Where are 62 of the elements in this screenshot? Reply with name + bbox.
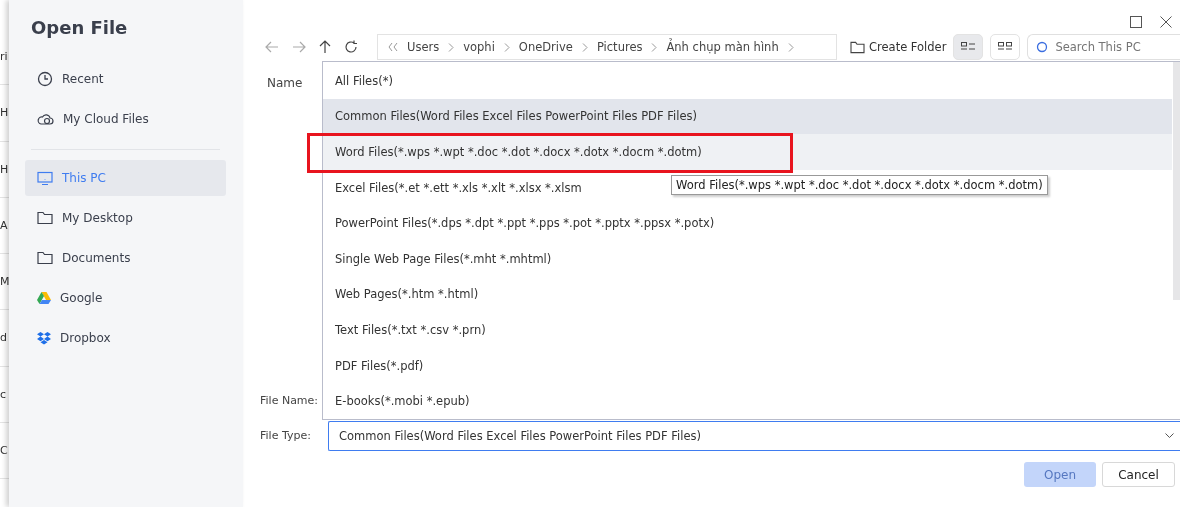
chevron-right-icon <box>503 42 510 52</box>
dropdown-option[interactable]: Single Web Page Files(*.mht *.mhtml) <box>323 240 562 277</box>
create-folder-button[interactable]: Create Folder <box>850 40 947 54</box>
list-view-button[interactable] <box>953 34 984 60</box>
drive-icon <box>37 292 51 304</box>
chevron-right-icon <box>581 42 588 52</box>
cancel-button[interactable]: Cancel <box>1102 462 1175 487</box>
dropdown-option[interactable]: E-books(*.mobi *.epub) <box>323 383 480 419</box>
file-type-dropdown[interactable]: Common Files(Word Files Excel Files PowerPoint Files PDF Files) <box>328 420 1180 451</box>
grid-view-button[interactable] <box>990 34 1021 60</box>
background-text: A <box>0 218 8 232</box>
background-text: M <box>0 275 9 289</box>
breadcrumb-item[interactable]: OneDrive <box>518 40 573 54</box>
background-text: c <box>0 387 7 401</box>
background-text: d <box>0 331 7 345</box>
dialog-title: Open File <box>31 17 129 38</box>
sidebar-item[interactable]: Recent <box>25 61 226 97</box>
cloud-icon <box>37 112 54 126</box>
dropdown-option[interactable]: All Files(*) <box>323 63 403 99</box>
grid-icon <box>998 42 1013 52</box>
tooltip: Word Files(*.wps *.wpt *.doc *.dot *.docx *.dotx *.docm *.dotm) <box>671 175 1048 195</box>
monitor-icon <box>37 170 53 186</box>
chevron-right-icon <box>651 42 658 52</box>
dropdown-option[interactable]: Word Files(*.wps *.wpt *.doc *.dot *.docx *.dotx *.docm *.dotm) <box>323 134 1172 170</box>
folder-icon <box>37 211 53 225</box>
sidebar-item[interactable]: My Desktop <box>25 200 226 236</box>
dropdown-option[interactable]: PDF Files(*.pdf) <box>323 347 434 384</box>
maximize-icon[interactable] <box>1130 16 1142 28</box>
background-text: H <box>0 106 9 120</box>
sidebar-item[interactable]: Documents <box>25 240 226 276</box>
list-icon <box>961 42 976 52</box>
breadcrumb-item[interactable]: Users <box>407 40 440 54</box>
breadcrumb-item[interactable]: Ảnh chụp màn hình <box>666 40 779 54</box>
background-text: ri <box>0 50 8 64</box>
up-arrow-icon[interactable] <box>319 40 331 54</box>
background-text: C <box>0 443 8 457</box>
folder-icon <box>37 251 53 265</box>
chevron-right-icon <box>787 42 794 52</box>
dropbox-icon <box>37 331 51 345</box>
sidebar-item[interactable]: Google <box>25 280 226 316</box>
chevron-down-icon <box>1165 432 1174 439</box>
breadcrumb-item[interactable]: Pictures <box>596 40 643 54</box>
field-label: File Name: <box>260 394 318 407</box>
sidebar-item[interactable]: Dropbox <box>25 320 226 356</box>
background-text: H <box>0 162 9 176</box>
dropdown-option[interactable]: Text Files(*.txt *.csv *.prn) <box>323 312 496 348</box>
dropdown-option[interactable]: Excel Files(*.et *.ett *.xls *.xlt *.xlsx *.xlsm <box>323 169 592 206</box>
dropdown-option[interactable]: Common Files(Word Files Excel Files PowerPoint Files PDF Files) <box>323 98 1172 135</box>
dropdown-option[interactable]: Web Pages(*.htm *.html) <box>323 276 489 313</box>
refresh-icon[interactable] <box>344 40 358 54</box>
scrollbar[interactable] <box>1173 62 1180 300</box>
sidebar-item[interactable]: My Cloud Files <box>25 101 226 137</box>
column-header[interactable]: Name <box>267 76 303 90</box>
clock-icon <box>37 71 53 87</box>
chevron-right-icon <box>448 42 455 52</box>
dropdown-option[interactable]: PowerPoint Files(*.dps *.dpt *.ppt *.pps *.pot *.pptx *.ppsx *.potx) <box>323 205 725 241</box>
folder-icon <box>850 40 865 54</box>
breadcrumb-item[interactable]: vophi <box>463 40 495 54</box>
search-icon <box>1036 41 1049 53</box>
close-icon[interactable] <box>1160 16 1172 28</box>
search-field[interactable]: Search This PC <box>1027 34 1180 60</box>
field-label: File Type: <box>260 429 312 442</box>
